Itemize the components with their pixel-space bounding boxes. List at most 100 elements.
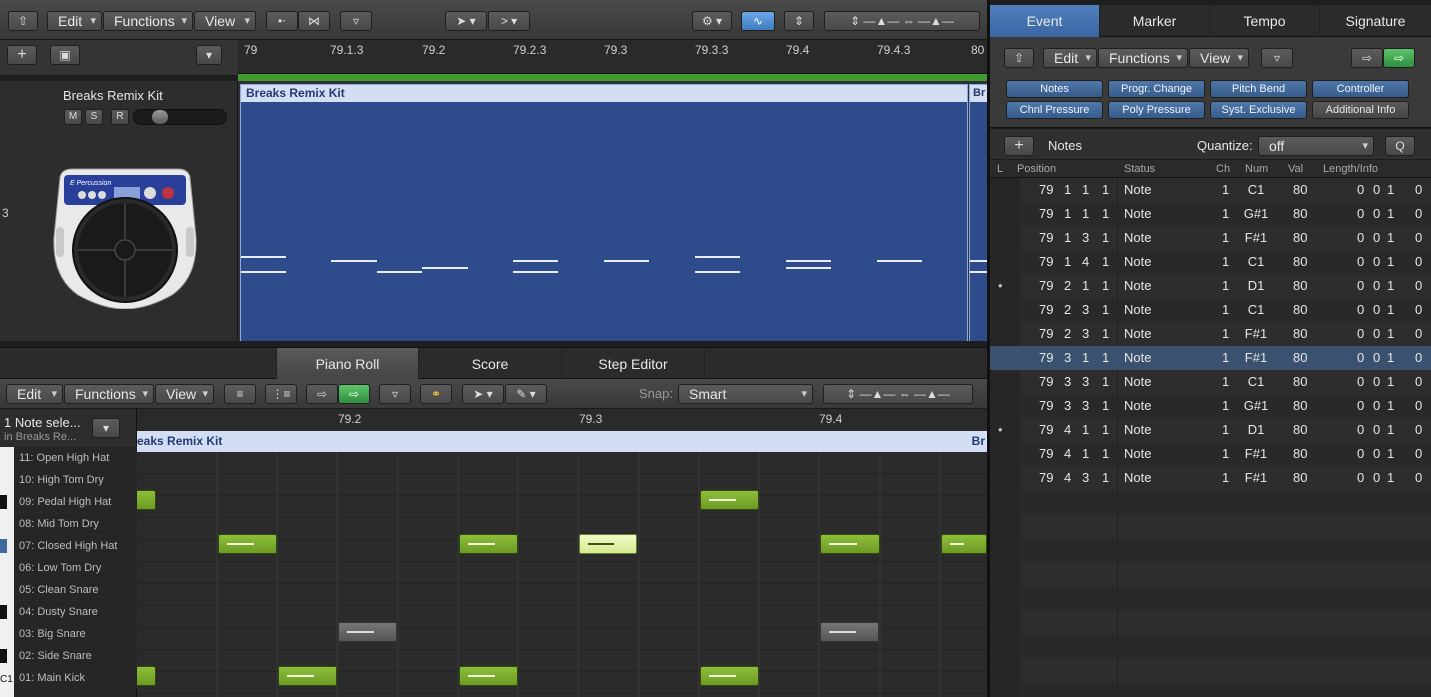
midi-note[interactable]	[137, 490, 156, 510]
filter-additional-info[interactable]: Additional Info	[1312, 101, 1409, 119]
event-row[interactable]: 79 1 4 1 Note 1 C1 80 0 0 1 0	[990, 250, 1431, 274]
drum-key-07[interactable]: 07: Closed High Hat	[0, 535, 137, 557]
pointer-tool-icon[interactable]: ➤ ▾	[462, 384, 504, 404]
midi-note[interactable]	[700, 666, 759, 686]
event-row[interactable]: • 79 2 1 1 Note 1 D1 80 0 0 1 0	[990, 274, 1431, 298]
midi-in-icon[interactable]: ⇨	[306, 384, 338, 404]
pencil-tool-icon[interactable]: ✎ ▾	[505, 384, 547, 404]
col-num[interactable]: Num	[1245, 163, 1268, 175]
mute-button[interactable]: M	[64, 109, 82, 125]
midi-note[interactable]	[278, 666, 337, 686]
col-l[interactable]: L	[997, 163, 1003, 175]
col-position[interactable]: Position	[1017, 163, 1056, 175]
volume-slider[interactable]	[133, 109, 227, 125]
filter-notes[interactable]: Notes	[1006, 80, 1103, 98]
next-midi-region[interactable]: Br	[969, 84, 989, 341]
event-row[interactable]: 79 4 3 1 Note 1 F#1 80 0 0 1 0	[990, 466, 1431, 490]
selected-midi-note[interactable]	[579, 534, 637, 554]
drum-key-11[interactable]: 11: Open High Hat	[0, 447, 137, 469]
arrange-functions-menu[interactable]: Functions	[103, 11, 193, 31]
back-button[interactable]: ⇧	[8, 11, 38, 31]
q-button[interactable]: Q	[1385, 136, 1415, 156]
zoom-sliders[interactable]: ⇕ —▲— ⇔ —▲—	[823, 384, 973, 404]
event-edit-menu[interactable]: Edit	[1043, 48, 1097, 68]
solo-button[interactable]: S	[85, 109, 103, 125]
pianoroll-edit-menu[interactable]: Edit	[6, 384, 63, 404]
midi-region[interactable]: Breaks Remix Kit	[240, 84, 968, 341]
event-row[interactable]: 79 3 3 1 Note 1 C1 80 0 0 1 0	[990, 370, 1431, 394]
arrange-view-menu[interactable]: View	[194, 11, 256, 31]
secondary-tool-icon[interactable]: > ▾	[488, 11, 530, 31]
midi-out-icon[interactable]: ⇨	[338, 384, 370, 404]
vertical-zoom-icon[interactable]: ⇕	[784, 11, 814, 31]
filter-chnl-pressure[interactable]: Chnl Pressure	[1006, 101, 1103, 119]
automation-icon[interactable]: •⋅	[266, 11, 298, 31]
event-row[interactable]: 79 3 1 1 Note 1 F#1 80 0 0 1 0	[990, 346, 1431, 370]
pianoroll-grid[interactable]	[137, 452, 988, 697]
local-inspector-icon[interactable]: ⋮≡	[265, 384, 297, 404]
pianoroll-region-header[interactable]: eaks Remix Kit Br	[137, 431, 988, 452]
flex-icon[interactable]: ⋈	[298, 11, 330, 31]
midi-note[interactable]	[218, 534, 277, 554]
midi-note[interactable]	[137, 666, 156, 686]
midi-note[interactable]	[820, 534, 880, 554]
col-ch[interactable]: Ch	[1216, 163, 1230, 175]
tab-step-editor[interactable]: Step Editor	[562, 348, 705, 380]
snap-select[interactable]: Smart	[678, 384, 813, 404]
pointer-tool-icon[interactable]: ➤ ▾	[445, 11, 487, 31]
midi-out-icon[interactable]: ⇨	[1383, 48, 1415, 68]
event-row[interactable]: 79 1 1 1 Note 1 G#1 80 0 0 1 0	[990, 202, 1431, 226]
event-row[interactable]: 79 1 1 1 Note 1 C1 80 0 0 1 0	[990, 178, 1431, 202]
drum-key-08[interactable]: 08: Mid Tom Dry	[0, 513, 137, 535]
midi-in-icon[interactable]: ⇨	[1351, 48, 1383, 68]
midi-note[interactable]	[941, 534, 987, 554]
event-row[interactable]: 79 1 3 1 Note 1 F#1 80 0 0 1 0	[990, 226, 1431, 250]
tab-tempo[interactable]: Tempo	[1210, 5, 1320, 37]
cycle-bar[interactable]	[238, 74, 988, 81]
track-header[interactable]: 3 Breaks Remix Kit M S R E Percussion	[0, 81, 238, 341]
arrange-edit-menu[interactable]: Edit	[47, 11, 102, 31]
drum-key-02[interactable]: 02: Side Snare	[0, 645, 137, 667]
drum-key-06[interactable]: 06: Low Tom Dry	[0, 557, 137, 579]
arrange-ruler[interactable]: 79 79.1.3 79.2 79.2.3 79.3 79.3.3 79.4 7…	[238, 40, 988, 74]
midi-note[interactable]	[459, 534, 518, 554]
record-button[interactable]: R	[111, 109, 129, 125]
muted-midi-note[interactable]	[338, 622, 397, 642]
event-row[interactable]: • 79 4 1 1 Note 1 D1 80 0 0 1 0	[990, 418, 1431, 442]
event-row[interactable]: 79 3 3 1 Note 1 G#1 80 0 0 1 0	[990, 394, 1431, 418]
drum-key-05[interactable]: 05: Clean Snare	[0, 579, 137, 601]
drum-key-01[interactable]: 01: Main Kick	[0, 667, 137, 689]
header-options-button[interactable]: ▾	[92, 418, 120, 438]
tab-marker[interactable]: Marker	[1100, 5, 1210, 37]
col-length-info[interactable]: Length/Info	[1323, 163, 1378, 175]
add-folder-button[interactable]: ▣	[50, 45, 80, 65]
drum-key-09[interactable]: 09: Pedal High Hat	[0, 491, 137, 513]
back-button[interactable]: ⇧	[1004, 48, 1034, 68]
pianoroll-ruler[interactable]: 79.2 79.3 79.4	[137, 409, 988, 431]
volume-knob[interactable]	[152, 110, 168, 124]
drum-key-03[interactable]: 03: Big Snare	[0, 623, 137, 645]
waveform-zoom-icon[interactable]: ∿	[741, 11, 775, 31]
pianoroll-functions-menu[interactable]: Functions	[64, 384, 154, 404]
event-row[interactable]: 79 2 3 1 Note 1 C1 80 0 0 1 0	[990, 298, 1431, 322]
drum-key-04[interactable]: 04: Dusty Snare	[0, 601, 137, 623]
filter-icon[interactable]: ▿	[379, 384, 411, 404]
track-options-button[interactable]: ▾	[196, 45, 222, 65]
track-name[interactable]: Breaks Remix Kit	[63, 88, 163, 103]
event-view-menu[interactable]: View	[1189, 48, 1249, 68]
event-row[interactable]: 79 2 3 1 Note 1 F#1 80 0 0 1 0	[990, 322, 1431, 346]
filter-syst-exclusive[interactable]: Syst. Exclusive	[1210, 101, 1307, 119]
tab-event[interactable]: Event	[990, 5, 1100, 37]
add-event-button[interactable]: +	[1004, 136, 1034, 156]
filter-controller[interactable]: Controller	[1312, 80, 1409, 98]
drum-key-10[interactable]: 10: High Tom Dry	[0, 469, 137, 491]
tab-score[interactable]: Score	[419, 348, 562, 380]
midi-note[interactable]	[459, 666, 518, 686]
tab-piano-roll[interactable]: Piano Roll	[276, 348, 419, 380]
col-val[interactable]: Val	[1288, 163, 1303, 175]
filter-progr-change[interactable]: Progr. Change	[1108, 80, 1205, 98]
event-row[interactable]: 79 4 1 1 Note 1 F#1 80 0 0 1 0	[990, 442, 1431, 466]
add-track-button[interactable]: +	[7, 45, 37, 65]
pianoroll-view-menu[interactable]: View	[155, 384, 214, 404]
filter-pitch-bend[interactable]: Pitch Bend	[1210, 80, 1307, 98]
